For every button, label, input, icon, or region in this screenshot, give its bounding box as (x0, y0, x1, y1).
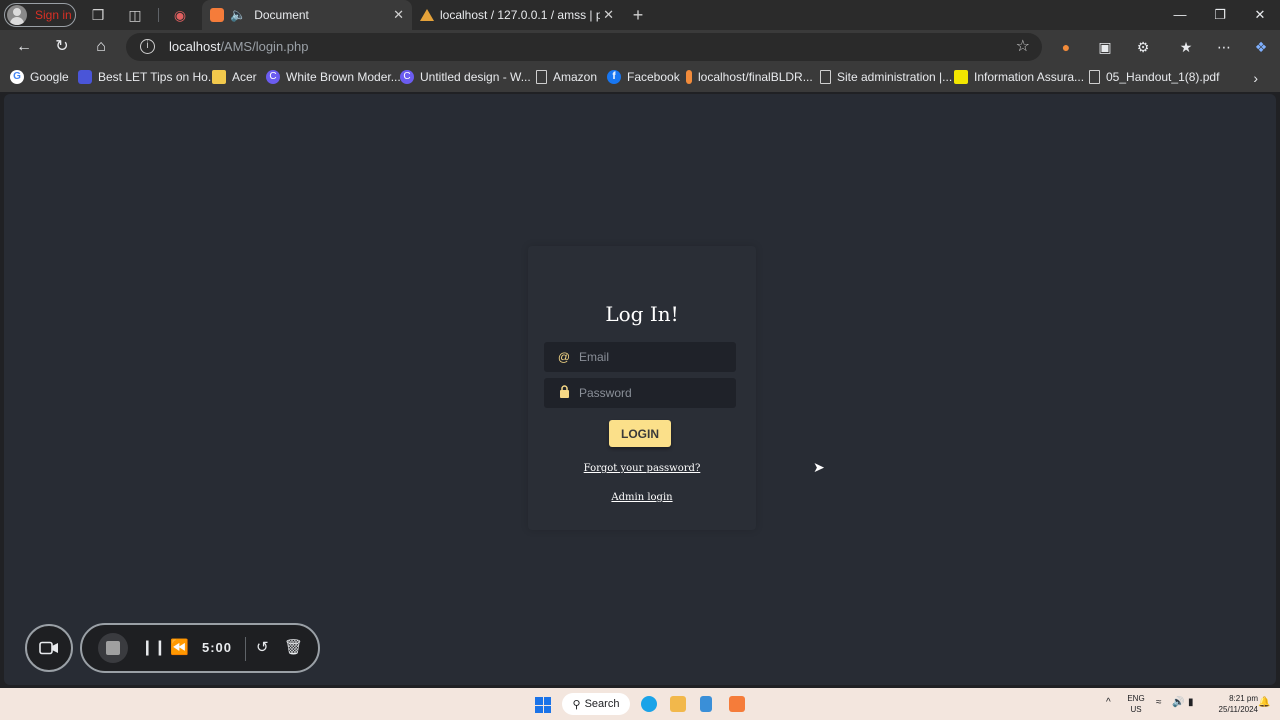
close-icon[interactable]: ✕ (603, 7, 614, 23)
page-icon (820, 70, 831, 84)
facebook-icon: f (607, 70, 621, 84)
bookmark-information-assurance[interactable]: Information Assura... (954, 70, 1084, 84)
sign-in-label: Sign in (35, 8, 72, 22)
close-icon[interactable]: ✕ (393, 7, 404, 23)
admin-login-link[interactable]: Admin login (528, 492, 756, 503)
copilot-icon[interactable]: ❖ (1250, 37, 1272, 57)
folder-icon (212, 70, 226, 84)
page-icon (1089, 70, 1100, 84)
xampp-icon (210, 8, 224, 22)
wifi-icon[interactable]: ≈ (1156, 697, 1162, 708)
bookmark-amazon[interactable]: Amazon (536, 70, 597, 84)
refresh-icon[interactable]: ↻ (51, 37, 73, 57)
more-menu-icon[interactable]: ⋯ (1213, 37, 1235, 57)
notepad-icon[interactable] (700, 696, 712, 712)
file-explorer-icon[interactable] (670, 696, 686, 712)
restart-icon[interactable]: ↺ (256, 638, 269, 656)
tab-actions-icon[interactable]: ◫ (125, 5, 145, 25)
chevron-right-icon[interactable]: › (1253, 70, 1258, 86)
bookmark-white-brown[interactable]: C White Brown Moder... (266, 70, 401, 84)
taskbar: ⚲ Search ^ ENG US ≈ 🔊 ▮ 8:21 pm 25/11/20… (0, 688, 1280, 720)
google-icon: G (10, 70, 24, 84)
login-button[interactable]: LOGIN (609, 420, 671, 447)
page-icon (536, 70, 547, 84)
site-info-icon[interactable]: i (140, 39, 155, 54)
volume-icon[interactable]: 🔊 (1172, 697, 1184, 708)
taskbar-search-button[interactable]: ⚲ Search (562, 693, 630, 715)
bookmark-google[interactable]: G Google (10, 70, 69, 84)
bookmark-facebook[interactable]: f Facebook (607, 70, 680, 84)
trash-icon[interactable]: 🗑 (284, 638, 303, 656)
bookmark-acer[interactable]: Acer (212, 70, 257, 84)
record-icon[interactable]: ◉ (170, 5, 190, 25)
xampp-icon[interactable] (729, 696, 745, 712)
address-bar[interactable]: i localhost/AMS/login.php ☆ (126, 33, 1042, 61)
battery-icon[interactable]: ▮ (1188, 697, 1194, 708)
bookmarks-bar: G Google Best LET Tips on Ho... Acer C W… (0, 64, 1280, 92)
speaker-icon[interactable]: 🔈 (230, 7, 246, 23)
pause-icon[interactable]: ❙❙ (141, 638, 166, 656)
extension-icon[interactable]: ● (1055, 37, 1077, 57)
notification-bell-icon[interactable]: 🔔 (1258, 697, 1270, 708)
phpmyadmin-icon (420, 9, 434, 21)
email-input[interactable] (579, 350, 729, 364)
lock-icon (557, 385, 571, 401)
video-camera-icon (39, 641, 58, 655)
tab-title: localhost / 127.0.0.1 / amss | phpM (440, 8, 600, 22)
forgot-password-link[interactable]: Forgot your password? (528, 463, 756, 474)
extension-icon[interactable]: ▣ (1094, 37, 1116, 57)
bookmark-icon (78, 70, 92, 84)
bookmark-site-admin[interactable]: Site administration |... (820, 70, 952, 84)
at-sign-icon: @ (557, 350, 571, 364)
bookmark-icon (686, 70, 692, 84)
chevron-up-icon[interactable]: ^ (1106, 697, 1111, 708)
tab-title: Document (254, 8, 309, 22)
bookmark-handout-pdf[interactable]: 05_Handout_1(8).pdf (1089, 70, 1219, 84)
home-icon[interactable]: ⌂ (90, 37, 112, 57)
profile-sign-in-button[interactable]: Sign in (4, 3, 76, 27)
favorites-icon[interactable]: ★ (1175, 37, 1197, 57)
bookmark-best-let[interactable]: Best LET Tips on Ho... (78, 70, 218, 84)
stop-recording-button[interactable] (98, 633, 128, 663)
divider (158, 8, 159, 22)
close-window-button[interactable]: ✕ (1240, 0, 1280, 30)
tab-document[interactable]: 🔈 Document ✕ (202, 0, 412, 30)
login-card: Log In! @ LOGIN Forgot your password? Ad… (528, 246, 756, 530)
mouse-cursor-icon: ➤ (813, 459, 825, 475)
search-icon: ⚲ (572, 698, 581, 711)
recording-timer: 5:00 (202, 640, 233, 655)
minimize-button[interactable]: — (1160, 0, 1200, 30)
bookmark-untitled-design[interactable]: C Untitled design - W... (400, 70, 531, 84)
avatar (7, 5, 27, 25)
address-toolbar: ← ↻ ⌂ i localhost/AMS/login.php ☆ ● ▣ ⚙ … (0, 30, 1280, 64)
extensions-puzzle-icon[interactable]: ⚙ (1132, 37, 1154, 57)
page-title: Log In! (605, 302, 679, 326)
email-field[interactable]: @ (544, 342, 736, 372)
restore-button[interactable]: ❐ (1200, 0, 1240, 30)
url-text[interactable]: localhost/AMS/login.php (169, 39, 308, 54)
canva-icon: C (266, 70, 280, 84)
password-field[interactable] (544, 378, 736, 408)
workspaces-icon[interactable]: ❒ (88, 5, 108, 25)
language-indicator[interactable]: ENG US (1124, 693, 1148, 715)
password-input[interactable] (579, 386, 729, 400)
page-content: Log In! @ LOGIN Forgot your password? Ad… (4, 94, 1276, 685)
new-tab-icon[interactable]: + (628, 5, 648, 25)
camera-button[interactable] (25, 624, 73, 672)
rewind-icon[interactable]: ⏪ (170, 638, 189, 656)
back-icon[interactable]: ← (13, 37, 35, 57)
edge-browser-icon[interactable] (641, 696, 657, 712)
bookmark-localhost-final[interactable]: localhost/finalBLDR... (686, 70, 813, 84)
canva-icon: C (400, 70, 414, 84)
recording-controls: ❙❙ ⏪ 5:00 ↺ 🗑 (80, 623, 320, 673)
tab-phpmyadmin[interactable]: localhost / 127.0.0.1 / amss | phpM ✕ (412, 0, 622, 30)
clock[interactable]: 8:21 pm 25/11/2024 (1204, 693, 1258, 715)
favorite-star-icon[interactable]: ☆ (1016, 36, 1030, 56)
bookmark-icon (954, 70, 968, 84)
windows-start-icon[interactable] (535, 697, 551, 713)
divider (245, 637, 246, 661)
tab-bar: Sign in ❒ ◫ ◉ 🔈 Document ✕ localhost / 1… (0, 0, 1280, 30)
